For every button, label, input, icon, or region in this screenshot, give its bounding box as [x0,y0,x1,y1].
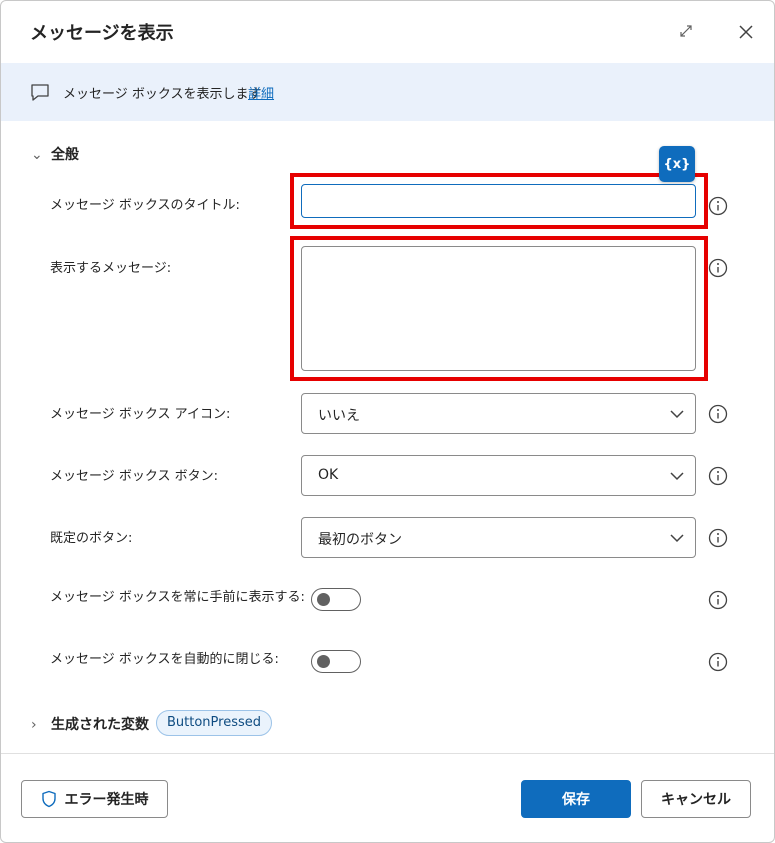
message-textarea[interactable] [301,246,696,371]
always-on-top-toggle[interactable] [311,588,361,611]
general-section-toggle[interactable]: ⌄ 全般 [31,144,79,164]
dialog-description: メッセージ ボックスを表示します [63,87,262,102]
chevron-down-icon [670,410,684,419]
icon-select[interactable]: いいえ [301,393,696,434]
cancel-button[interactable]: キャンセル [641,780,751,818]
insert-variable-button[interactable]: {x} [659,146,695,182]
info-icon[interactable] [708,528,728,548]
buttons-select-value: OK [318,467,339,483]
info-icon[interactable] [708,590,728,610]
variables-section-toggle[interactable]: › 生成された変数 [31,714,149,734]
title-input[interactable] [301,184,696,218]
default-button-label: 既定のボタン: [50,531,133,546]
toggle-knob [317,655,330,668]
expand-icon[interactable] [677,22,695,40]
chevron-right-icon: › [31,717,37,733]
icon-label: メッセージ ボックス アイコン: [50,407,231,422]
info-icon[interactable] [708,466,728,486]
variables-section-label: 生成された変数 [51,717,149,733]
chevron-down-icon [670,534,684,543]
auto-close-toggle[interactable] [311,650,361,673]
on-error-label: エラー発生時 [64,792,149,808]
message-box-dialog: メッセージを表示 メッセージ ボックスを表示します 詳細 ⌄ 全般 メッセージ ボ… [0,0,775,843]
general-section-label: 全般 [51,147,79,163]
buttons-label: メッセージ ボックス ボタン: [50,469,218,484]
default-button-select[interactable]: 最初のボタン [301,517,696,558]
buttons-select[interactable]: OK [301,455,696,496]
info-icon[interactable] [708,652,728,672]
footer-divider [1,753,774,754]
title-label: メッセージ ボックスのタイトル: [50,198,240,213]
toggle-knob [317,593,330,606]
chat-bubble-icon [31,84,49,101]
always-on-top-label: メッセージ ボックスを常に手前に表示する: [50,590,305,605]
shield-icon [41,790,56,808]
save-button[interactable]: 保存 [521,780,631,818]
info-icon[interactable] [708,196,728,216]
on-error-button[interactable]: エラー発生時 [21,780,168,818]
info-icon[interactable] [708,258,728,278]
chevron-down-icon: ⌄ [31,147,43,163]
description-banner: メッセージ ボックスを表示します 詳細 [1,63,774,121]
default-button-select-value: 最初のボタン [318,532,402,548]
icon-select-value: いいえ [318,408,360,424]
details-link[interactable]: 詳細 [248,83,274,102]
auto-close-label: メッセージ ボックスを自動的に閉じる: [50,652,279,667]
message-label: 表示するメッセージ: [50,261,172,276]
info-icon[interactable] [708,404,728,424]
close-icon[interactable] [735,21,757,43]
chevron-down-icon [670,472,684,481]
dialog-title: メッセージを表示 [30,23,174,44]
variable-chip-buttonpressed[interactable]: ButtonPressed [156,710,273,736]
